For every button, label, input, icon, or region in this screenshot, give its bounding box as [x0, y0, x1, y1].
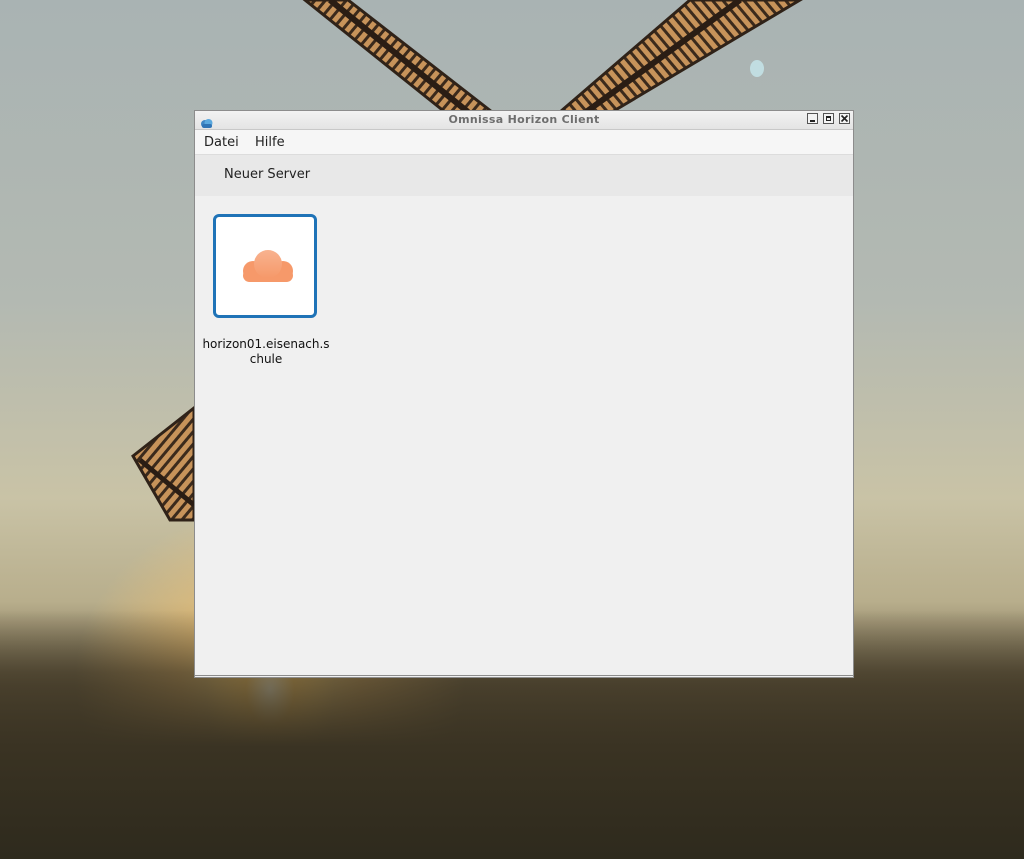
horizon-client-window: Omnissa Horizon Client Datei Hilfe Neuer…	[194, 110, 854, 678]
window-bottom-border	[195, 675, 853, 676]
toolbar: Neuer Server	[195, 154, 853, 196]
server-list-area: horizon01.eisenach.schule	[195, 196, 853, 677]
window-title: Omnissa Horizon Client	[448, 113, 600, 126]
maximize-button[interactable]	[823, 113, 834, 124]
minimize-button[interactable]	[807, 113, 818, 124]
server-tile[interactable]	[213, 214, 317, 318]
menu-hilfe[interactable]: Hilfe	[255, 135, 285, 150]
menu-bar: Datei Hilfe	[195, 130, 853, 154]
server-label[interactable]: horizon01.eisenach.schule	[201, 337, 331, 367]
new-server-button[interactable]: Neuer Server	[224, 167, 310, 182]
window-titlebar[interactable]: Omnissa Horizon Client	[195, 111, 853, 130]
close-icon	[840, 114, 849, 123]
menu-datei[interactable]: Datei	[204, 135, 239, 150]
cloud-icon	[238, 247, 296, 285]
lens-flare-dot	[750, 60, 764, 77]
close-button[interactable]	[839, 113, 850, 124]
